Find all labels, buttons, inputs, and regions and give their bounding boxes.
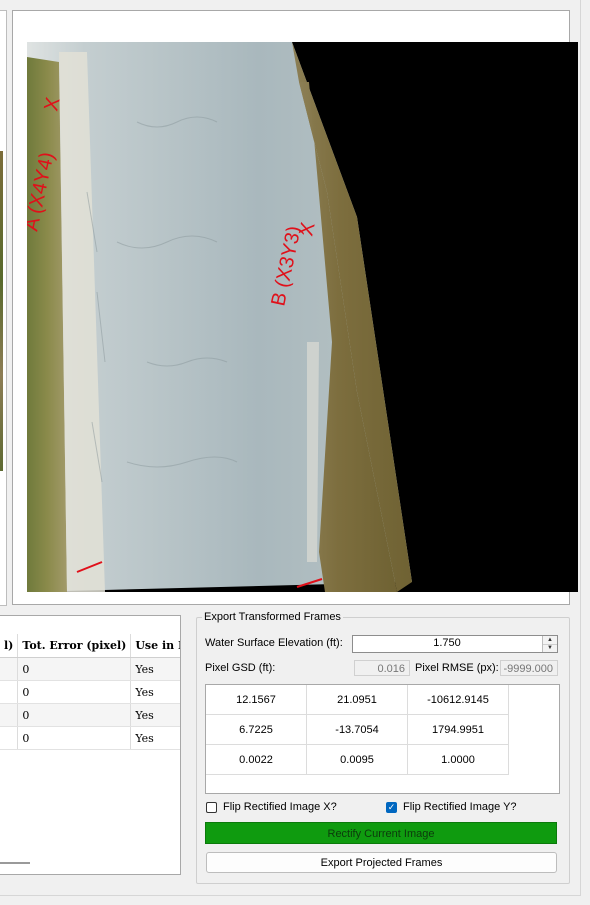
flip-x-label: Flip Rectified Image X? <box>223 801 337 813</box>
matrix-cell[interactable]: 0.0022 <box>206 744 307 775</box>
export-group-title: Export Transformed Frames <box>202 611 343 623</box>
original-image-viewer[interactable] <box>0 10 7 606</box>
water-surface-elevation-value[interactable]: 1.750 <box>353 637 541 649</box>
column-header-total-error[interactable]: Tot. Error (pixel) <box>17 634 132 658</box>
table-row[interactable]: 0 Yes <box>0 703 180 727</box>
rectified-image: X A (X4Y4) X B (X3Y3) <box>27 42 578 592</box>
matrix-cell[interactable]: 1.0000 <box>407 744 509 775</box>
pixel-rmse-field: -9999.000 <box>500 660 558 676</box>
original-image-edge <box>0 151 3 471</box>
pixel-gsd-label: Pixel GSD (ft): <box>205 662 276 674</box>
table-row[interactable]: 0 Yes <box>0 680 180 704</box>
table-cell-error[interactable]: 0 <box>17 680 132 704</box>
flip-x-checkbox[interactable]: Flip Rectified Image X? <box>206 801 337 813</box>
table-header-row: l) Tot. Error (pixel) Use in Recti <box>0 634 180 658</box>
column-header-use-in-rectification[interactable]: Use in Recti <box>130 634 180 658</box>
checkmark-icon[interactable]: ✓ <box>386 801 397 813</box>
table-cell-use[interactable]: Yes <box>130 726 180 750</box>
flip-y-checkbox[interactable]: ✓ Flip Rectified Image Y? <box>386 801 517 813</box>
homography-matrix-table[interactable]: 12.1567 21.0951 -10612.9145 6.7225 -13.7… <box>205 684 560 794</box>
rectify-current-image-button[interactable]: Rectify Current Image <box>205 822 557 844</box>
table-cell[interactable] <box>0 657 19 681</box>
matrix-cell[interactable]: 6.7225 <box>206 714 307 745</box>
column-header-partial[interactable]: l) <box>0 634 19 658</box>
table-cell-error[interactable]: 0 <box>17 726 132 750</box>
table-cell[interactable] <box>0 726 19 750</box>
matrix-cell[interactable]: 21.0951 <box>306 685 408 715</box>
matrix-row: 12.1567 21.0951 -10612.9145 <box>206 685 509 715</box>
table-row[interactable]: 0 Yes <box>0 657 180 681</box>
matrix-row: 6.7225 -13.7054 1794.9951 <box>206 714 509 745</box>
matrix-row: 0.0022 0.0095 1.0000 <box>206 744 509 775</box>
rectified-image-viewer[interactable]: X A (X4Y4) X B (X3Y3) <box>12 10 578 605</box>
table-cell-use[interactable]: Yes <box>130 657 180 681</box>
water-surface-elevation-spinbox[interactable]: 1.750 ▲ ▼ <box>352 635 558 653</box>
pixel-rmse-label: Pixel RMSE (px): <box>415 662 499 674</box>
table-cell[interactable] <box>0 680 19 704</box>
matrix-cell[interactable]: 0.0095 <box>306 744 408 775</box>
export-projected-frames-button[interactable]: Export Projected Frames <box>206 852 557 873</box>
rectified-image-graphic: X A (X4Y4) X B (X3Y3) <box>27 42 412 592</box>
matrix-cell[interactable]: 1794.9951 <box>407 714 509 745</box>
table-cell-error[interactable]: 0 <box>17 657 132 681</box>
pixel-gsd-field: 0.016 <box>354 660 410 676</box>
table-horizontal-scrollbar[interactable] <box>0 862 30 864</box>
table-cell-use[interactable]: Yes <box>130 703 180 727</box>
matrix-cell[interactable]: 12.1567 <box>206 685 307 715</box>
table-row[interactable]: 0 Yes <box>0 726 180 750</box>
table-cell[interactable] <box>0 703 19 727</box>
matrix-cell[interactable]: -13.7054 <box>306 714 408 745</box>
spinbox-buttons[interactable]: ▲ ▼ <box>542 636 557 652</box>
water-surface-elevation-label: Water Surface Elevation (ft): <box>205 637 343 649</box>
spin-down-icon[interactable]: ▼ <box>543 644 557 652</box>
matrix-cell[interactable]: -10612.9145 <box>407 685 509 715</box>
table-cell-use[interactable]: Yes <box>130 680 180 704</box>
table-cell-error[interactable]: 0 <box>17 703 132 727</box>
flip-x-checkbox-box[interactable] <box>206 801 217 813</box>
flip-y-label: Flip Rectified Image Y? <box>403 801 517 813</box>
control-points-table[interactable]: l) Tot. Error (pixel) Use in Recti 0 Yes… <box>0 615 181 875</box>
